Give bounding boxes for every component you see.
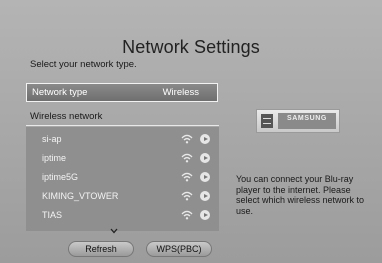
connect-arrow-icon[interactable]	[200, 172, 210, 182]
network-name: si-ap	[42, 134, 62, 144]
page-subtitle: Select your network type.	[30, 59, 137, 70]
network-type-label: Network type	[32, 87, 88, 98]
network-type-value: Wireless	[162, 87, 199, 98]
wifi-icon	[181, 191, 193, 201]
wifi-icon	[181, 210, 193, 220]
blu-ray-player-icon: SAMSUNG	[256, 109, 340, 133]
network-item-iptime[interactable]: iptime	[26, 150, 219, 166]
network-item-tias[interactable]: TIAS	[26, 207, 219, 223]
refresh-button[interactable]: Refresh	[68, 241, 134, 257]
wifi-icon	[181, 134, 193, 144]
connect-arrow-icon[interactable]	[200, 210, 210, 220]
wps-pbc-button[interactable]: WPS(PBC)	[146, 241, 212, 257]
network-name: TIAS	[42, 210, 63, 220]
network-item-kiming-vtower[interactable]: KIMING_VTOWER	[26, 188, 219, 204]
disc-slot-icon	[261, 114, 273, 128]
network-type-selector[interactable]: Network type Wireless	[26, 83, 218, 102]
network-item-iptime5g[interactable]: iptime5G	[26, 169, 219, 185]
network-settings-screen: Network Settings Select your network typ…	[0, 0, 382, 263]
wifi-icon	[181, 172, 193, 182]
wifi-icon	[181, 153, 193, 163]
device-brand-label: SAMSUNG	[287, 115, 327, 122]
connect-arrow-icon[interactable]	[200, 191, 210, 201]
network-name: iptime5G	[42, 172, 79, 182]
wireless-network-label: Wireless network	[30, 111, 103, 122]
help-text: You can connect your Blu-ray player to t…	[236, 174, 365, 216]
chevron-down-icon[interactable]	[110, 228, 118, 234]
connect-arrow-icon[interactable]	[200, 153, 210, 163]
network-item-si-ap[interactable]: si-ap	[26, 131, 219, 147]
section-divider	[26, 125, 219, 126]
wireless-network-list[interactable]: si-ap iptime iptime5G KIMING_VTOWER TIAS	[26, 127, 219, 231]
network-name: iptime	[42, 153, 67, 163]
page-title: Network Settings	[122, 37, 260, 57]
network-name: KIMING_VTOWER	[42, 191, 119, 201]
connect-arrow-icon[interactable]	[200, 134, 210, 144]
